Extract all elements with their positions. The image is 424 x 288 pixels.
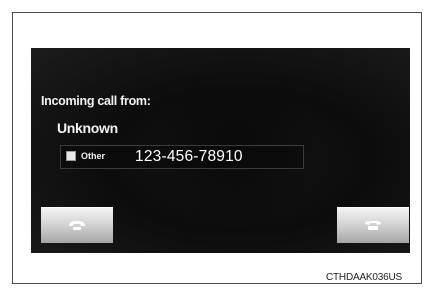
phone-number: 123-456-78910 <box>135 148 243 165</box>
phone-handset-icon <box>69 220 85 230</box>
decline-button[interactable] <box>337 207 409 243</box>
number-type-label: Other <box>81 151 106 161</box>
phone-handset-hangup-icon <box>365 220 381 230</box>
incoming-call-label: Incoming call from: <box>41 94 151 108</box>
figure-code-caption: CTHDAAK036US <box>326 272 402 283</box>
number-row[interactable]: Other 123-456-78910 <box>60 145 304 169</box>
caller-name: Unknown <box>57 120 118 136</box>
answer-button[interactable] <box>41 207 113 243</box>
incoming-call-screen: Incoming call from: Unknown Other 123-45… <box>31 48 410 253</box>
number-checkbox[interactable] <box>66 151 76 161</box>
